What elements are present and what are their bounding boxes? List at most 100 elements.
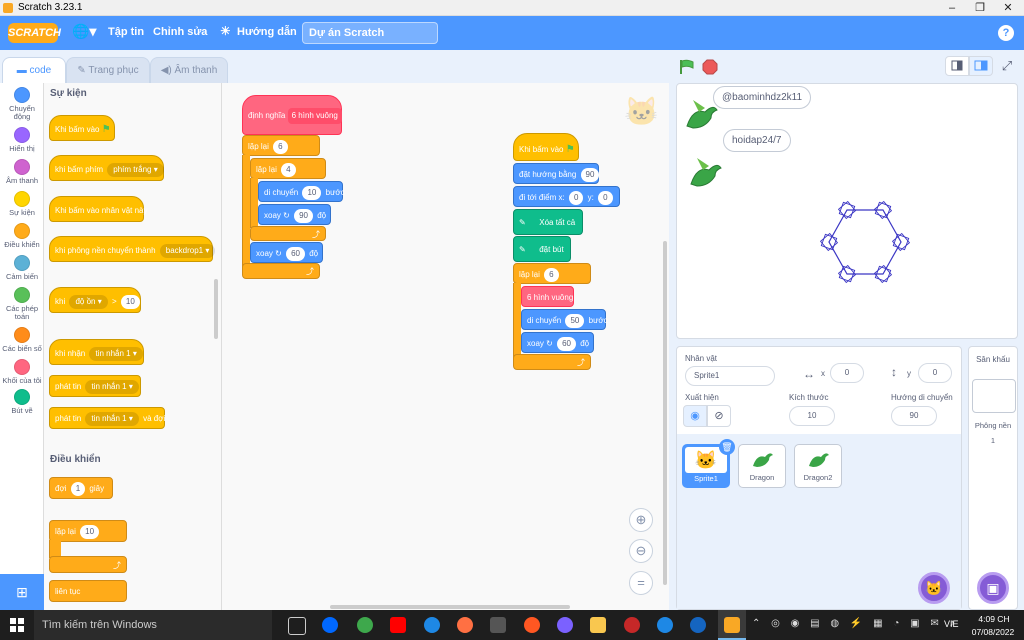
tab-sounds[interactable]: ◀) Âm thanh	[150, 57, 228, 84]
block-broadcast-wait[interactable]: phát tin tin nhắn 1 ▾ và đợi	[49, 407, 165, 429]
chrome-icon-3[interactable]	[690, 617, 706, 633]
key-dropdown[interactable]: phím trắng ▾	[107, 163, 164, 177]
script2-move-steps-input[interactable]: 50	[565, 314, 585, 328]
help-button[interactable]: ?	[998, 25, 1014, 41]
category-5[interactable]: Điều khiển	[0, 223, 44, 249]
scratch-taskbar-button[interactable]	[718, 610, 746, 640]
hide-sprite-eye-icon[interactable]: ⊘	[707, 405, 731, 427]
sprite-x-input[interactable]: 0	[830, 363, 864, 383]
message-dropdown[interactable]: tin nhắn 1 ▾	[89, 347, 143, 361]
menu-tutorials[interactable]: Hướng dẫn	[237, 26, 297, 38]
script2-goto-xy[interactable]: đi tới điểm x: 0 y: 0	[513, 186, 620, 207]
script1-turn-block[interactable]: xoay ↻ 90 độ	[258, 204, 331, 225]
broadcast-wait-dropdown[interactable]: tin nhắn 1 ▾	[85, 412, 139, 426]
sprite-thumb-dragon[interactable]: Dragon	[738, 444, 786, 488]
firefox-icon[interactable]	[524, 617, 540, 633]
script1-move-block[interactable]: di chuyển 10 bước	[258, 181, 345, 202]
youtube-icon[interactable]	[390, 617, 406, 633]
block-when-sprite-clicked[interactable]: Khi bấm vào nhân vật này	[49, 196, 148, 222]
block-wait[interactable]: đợi 1 giây	[49, 477, 113, 499]
script2-call-6-squares[interactable]: 6 hình vuông	[521, 286, 574, 307]
script-area[interactable]: định nghĩa 6 hình vuông lặp lại 6 lặp lạ…	[222, 83, 669, 610]
chrome-icon[interactable]	[424, 617, 440, 633]
goto-y-input[interactable]: 0	[598, 191, 613, 205]
script1-repeat-outer[interactable]: lặp lại 6	[242, 135, 320, 156]
file-explorer-icon[interactable]	[590, 617, 606, 633]
green-flag-button[interactable]	[679, 59, 695, 75]
category-6[interactable]: Cảm biến	[0, 255, 44, 281]
script2-pen-clear[interactable]: ✎ Xóa tất cả	[513, 209, 583, 235]
category-9[interactable]: Khối của tôi	[0, 359, 44, 385]
normal-stage-button[interactable]	[969, 56, 993, 76]
choose-backdrop-button[interactable]: ▣	[977, 572, 1009, 604]
sprite-y-input[interactable]: 0	[918, 363, 952, 383]
zoom-out-button[interactable]: ⊖	[629, 539, 653, 563]
sprite-thumb-dragon2[interactable]: Dragon2	[794, 444, 842, 488]
category-8[interactable]: Các biến số	[0, 327, 44, 353]
block-forever[interactable]: liên tục	[49, 580, 127, 602]
wait-seconds-input[interactable]: 1	[70, 482, 86, 496]
block-when-backdrop[interactable]: khi phông nền chuyển thành backdrop1 ▾	[49, 236, 216, 262]
block-when-key[interactable]: khi bấm phím phím trắng ▾	[49, 155, 164, 181]
sprite-size-input[interactable]: 10	[789, 406, 835, 426]
category-7[interactable]: Các phép toán	[0, 287, 44, 321]
turn-degrees-input[interactable]: 90	[294, 209, 313, 223]
script2-point-direction[interactable]: đặt hướng bằng 90	[513, 163, 600, 184]
task-view-icon[interactable]	[288, 617, 306, 635]
loudness-value-input[interactable]: 10	[120, 295, 140, 309]
block-when-loudness[interactable]: khi độ ồn ▾ > 10	[49, 287, 141, 313]
loudness-dropdown[interactable]: độ ồn ▾	[69, 295, 108, 309]
fullscreen-icon[interactable]: ⤢	[999, 58, 1015, 74]
script1-repeat-inner[interactable]: lặp lại 4	[250, 158, 326, 179]
zoom-in-button[interactable]: ⊕	[629, 508, 653, 532]
repeat-count-input[interactable]: 10	[80, 525, 100, 539]
add-extension-button[interactable]: ⊞	[0, 574, 44, 610]
category-2[interactable]: Hiển thị	[0, 127, 44, 153]
minimize-button[interactable]: –	[938, 0, 966, 16]
tab-code[interactable]: ▬ code	[2, 57, 66, 85]
backdrop-dropdown[interactable]: backdrop1 ▾	[159, 244, 216, 258]
repeat-outer-count-input[interactable]: 6	[273, 140, 288, 154]
sprite-direction-input[interactable]: 90	[891, 406, 937, 426]
define-block[interactable]: định nghĩa 6 hình vuông	[242, 95, 342, 135]
move-steps-input[interactable]: 10	[302, 186, 322, 200]
menu-file[interactable]: Tập tin	[108, 26, 144, 38]
obs-icon[interactable]	[624, 617, 640, 633]
script-horizontal-scrollbar[interactable]	[330, 605, 570, 609]
app-orange-icon[interactable]	[457, 617, 473, 633]
sprite-name-input[interactable]: Sprite1	[685, 366, 775, 386]
category-4[interactable]: Sự kiện	[0, 191, 44, 217]
script2-pen-down[interactable]: ✎ đặt bút	[513, 236, 571, 262]
script2-repeat-count-input[interactable]: 6	[544, 268, 559, 282]
stage-backdrop-panel[interactable]: Sân khấu Phông nền 1	[968, 346, 1018, 610]
turn-degrees-input-2[interactable]: 60	[286, 247, 305, 261]
script2-repeat[interactable]: lặp lại 6	[513, 263, 591, 284]
dragon-sprite-2[interactable]	[687, 156, 723, 190]
calculator-icon[interactable]	[490, 617, 506, 633]
goto-x-input[interactable]: 0	[568, 191, 584, 205]
globe-icon[interactable]: 🌐▾	[72, 23, 96, 40]
palette-scrollbar[interactable]	[214, 279, 218, 339]
category-3[interactable]: Âm thanh	[0, 159, 44, 185]
system-tray-icons[interactable]: ⌃ ◎ ◉ ▤ ◍ ⚡ ▦ ◔ ▣ ✉ ♪	[752, 618, 959, 629]
scratch-logo[interactable]: SCRATCH	[8, 23, 61, 43]
block-when-flag[interactable]: Khi bấm vào ⚑	[49, 115, 115, 141]
choose-sprite-button[interactable]: 🐱	[918, 572, 950, 604]
taskbar-time[interactable]: 4:09 CH	[974, 614, 1014, 624]
category-10[interactable]: Bút vẽ	[0, 389, 44, 415]
block-repeat[interactable]: lặp lại 10 ⤴	[49, 520, 127, 576]
menu-edit[interactable]: Chỉnh sửa	[153, 26, 207, 38]
chrome-icon-2[interactable]	[657, 617, 673, 633]
windows-start-icon[interactable]	[10, 618, 24, 632]
app-green-icon[interactable]	[357, 617, 373, 633]
category-1[interactable]: Chuyển động	[0, 87, 44, 121]
delete-sprite-icon[interactable]: 🗑	[719, 439, 735, 455]
block-when-receive[interactable]: khi nhận tin nhắn 1 ▾	[49, 339, 144, 365]
language-indicator[interactable]: VIE	[944, 619, 959, 629]
zoom-reset-button[interactable]: =	[629, 571, 653, 595]
taskbar-search-input[interactable]: Tìm kiếm trên Windows	[34, 610, 272, 640]
small-stage-button[interactable]	[945, 56, 969, 76]
zalo-icon[interactable]	[322, 617, 338, 633]
project-title-input[interactable]: Dự án Scratch	[302, 22, 438, 44]
backdrop-thumb[interactable]	[972, 379, 1016, 413]
